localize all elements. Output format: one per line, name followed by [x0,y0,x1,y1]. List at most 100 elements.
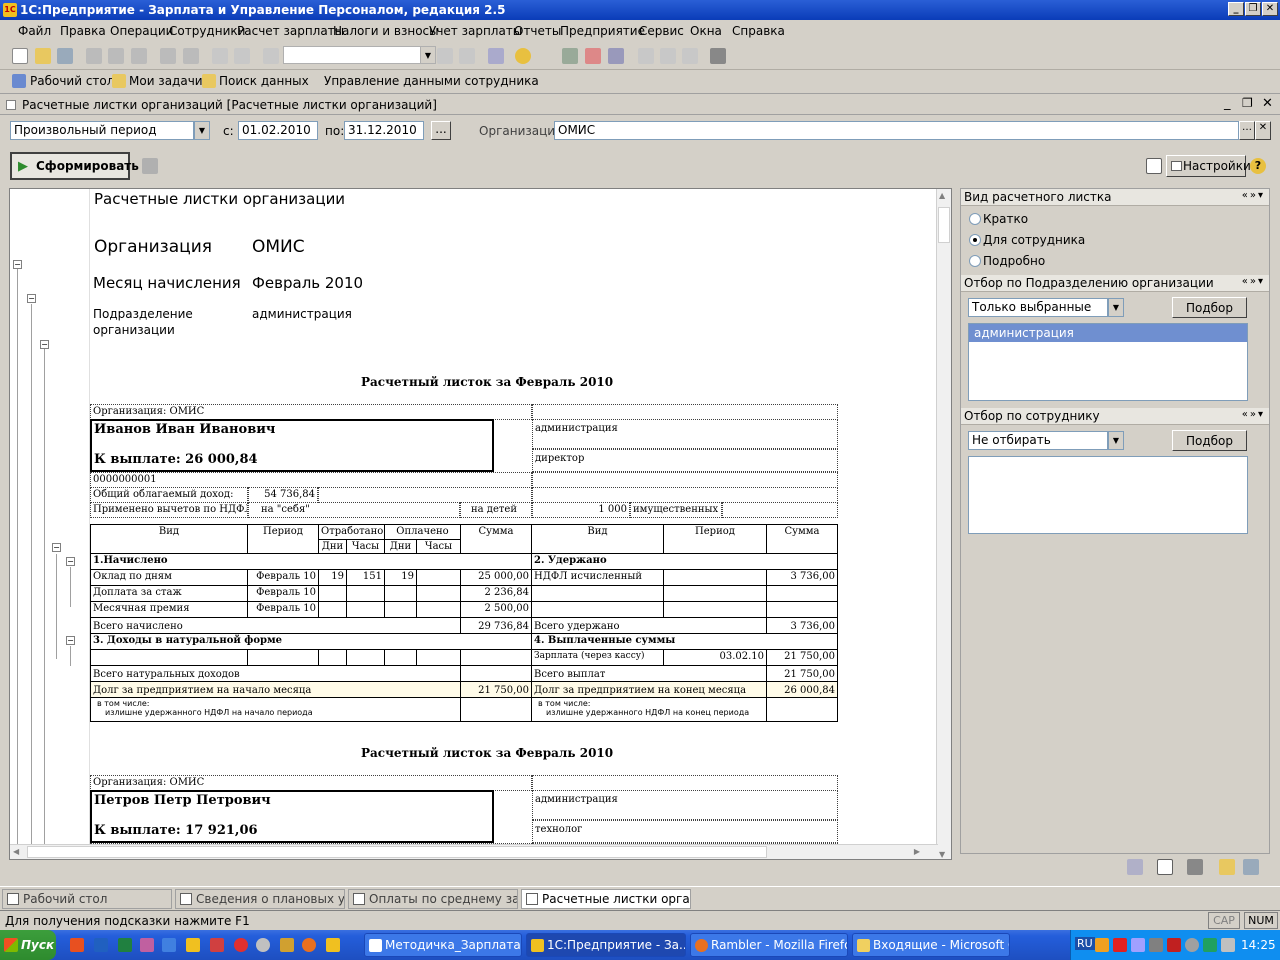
tray-icon[interactable] [1167,938,1181,952]
org-clear-icon[interactable]: ✕ [1255,121,1271,140]
quicklaunch-app-icon[interactable] [234,938,248,952]
open-folder-icon[interactable] [1219,859,1235,875]
radio-detailed[interactable] [969,255,981,267]
menu-windows[interactable]: Окна [690,24,722,38]
start-button[interactable]: Пуск [0,930,56,960]
quicklaunch-1c-icon[interactable] [186,938,200,952]
collapse-icon[interactable]: − [27,294,36,303]
quicklaunch-excel-icon[interactable] [118,938,132,952]
menu-service[interactable]: Сервис [639,24,684,38]
print-preview-icon[interactable] [183,48,199,64]
paste-icon[interactable] [131,48,147,64]
menu-accounting[interactable]: Учет зарплаты [429,24,522,38]
users-icon[interactable] [608,48,624,64]
quicklaunch-app-icon[interactable] [140,938,154,952]
quicklaunch-app-icon[interactable] [280,938,294,952]
dept-selected-item[interactable]: администрация [969,324,1247,342]
panel-controls-icon[interactable]: «»▾ [1242,409,1265,420]
collapse-icon[interactable]: − [66,636,75,645]
tray-icon[interactable] [1131,938,1145,952]
save-icon[interactable] [57,48,73,64]
scroll-thumb[interactable] [938,207,950,243]
help-icon[interactable]: ? [1250,158,1266,174]
radio-employee[interactable] [969,234,981,246]
tray-icon[interactable] [1113,938,1127,952]
table-icon[interactable] [1157,859,1173,875]
collapse-icon[interactable]: − [13,260,22,269]
tray-icon[interactable] [1149,938,1163,952]
radio-brief[interactable] [969,213,981,225]
close-icon[interactable]: ✕ [1262,96,1273,111]
task-outlook[interactable]: Входящие - Microsoft O... [852,933,1010,957]
panel-controls-icon[interactable]: «»▾ [1242,190,1265,201]
collapse-icon[interactable]: − [40,340,49,349]
tray-icon[interactable] [1203,938,1217,952]
dept-selected-list[interactable]: администрация [968,323,1248,401]
quicklaunch-app-icon[interactable] [326,938,340,952]
tray-icon[interactable] [1221,938,1235,952]
menu-operations[interactable]: Операции [110,24,173,38]
tools-icon[interactable] [710,48,726,64]
chevron-down-icon[interactable]: ▼ [1108,431,1124,450]
period-picker-button[interactable]: ... [431,121,451,140]
task-word-doc[interactable]: Методичка_Зарплата 8... [364,933,522,957]
search-next-icon[interactable] [437,48,453,64]
scroll-left-icon[interactable]: ◀ [13,847,19,856]
generate-button[interactable]: ▶ Сформировать [10,152,139,180]
calendar-icon[interactable] [585,48,601,64]
settings-button[interactable]: Настройки [1166,155,1251,177]
tasks-button[interactable]: Мои задачи [129,74,203,88]
menu-enterprise[interactable]: Предприятие [560,24,645,38]
desktop-button[interactable]: Рабочий стол [30,74,114,88]
memory-m-icon[interactable] [638,48,654,64]
tray-icon[interactable] [1095,938,1109,952]
quicklaunch-app-icon[interactable] [256,938,270,952]
new-document-icon[interactable] [12,48,28,64]
org-select-button[interactable]: … [1239,121,1255,140]
tray-icon[interactable] [1185,938,1199,952]
scroll-down-icon[interactable]: ▼ [939,850,945,859]
quicklaunch-firefox-icon[interactable] [302,938,316,952]
from-date-input[interactable]: 01.02.2010 [238,121,318,140]
radio-brief-label[interactable]: Кратко [983,212,1028,226]
menu-employees[interactable]: Сотрудники [169,24,245,38]
window-tab-desktop[interactable]: Рабочий стол [2,889,172,909]
task-1c[interactable]: 1С:Предприятие - За... [526,933,686,957]
close-button[interactable]: ✕ [1262,2,1278,16]
window-tab-average-pay[interactable]: Оплаты по среднему зараб... [348,889,518,909]
search-icon[interactable] [263,48,279,64]
undo-icon[interactable] [212,48,228,64]
font-icon[interactable] [1127,859,1143,875]
minimize-button[interactable]: _ [1228,2,1244,16]
table-view-icon[interactable] [1146,158,1162,174]
print-settings-icon[interactable] [142,158,158,174]
radio-employee-label[interactable]: Для сотрудника [983,233,1085,247]
copy-icon[interactable] [108,48,124,64]
chevron-down-icon[interactable]: ▼ [420,46,436,64]
collapse-icon[interactable]: − [52,543,61,552]
dept-pick-button[interactable]: Подбор [1172,297,1247,318]
quicklaunch-opera-icon[interactable] [70,938,84,952]
window-tab-planned-deductions[interactable]: Сведения о плановых удер... [175,889,345,909]
collapse-icon[interactable]: − [66,557,75,566]
vertical-scrollbar[interactable]: ▲ ▼ [936,189,951,859]
emp-filter-select[interactable]: Не отбирать [968,431,1108,450]
restore-button[interactable]: ❐ [1245,2,1261,16]
print-icon[interactable] [160,48,176,64]
employee-data-button[interactable]: Управление данными сотрудника [324,74,539,88]
panel-controls-icon[interactable]: «»▾ [1242,276,1265,287]
menu-file[interactable]: Файл [18,24,51,38]
horizontal-scrollbar[interactable]: ◀ ▶ [10,844,938,859]
scroll-up-icon[interactable]: ▲ [939,191,945,200]
to-date-input[interactable]: 31.12.2010 [344,121,424,140]
minimize-icon[interactable]: _ [1224,96,1231,111]
radio-detailed-label[interactable]: Подробно [983,254,1045,268]
emp-pick-button[interactable]: Подбор [1172,430,1247,451]
window-tab-payslips[interactable]: Расчетные листки организ... [521,889,691,909]
memory-plus-icon[interactable] [660,48,676,64]
period-type-select[interactable]: Произвольный период [10,121,194,140]
redo-icon[interactable] [234,48,250,64]
quicklaunch-app-icon[interactable] [210,938,224,952]
calculator-icon[interactable] [562,48,578,64]
tools-icon[interactable] [1187,859,1203,875]
